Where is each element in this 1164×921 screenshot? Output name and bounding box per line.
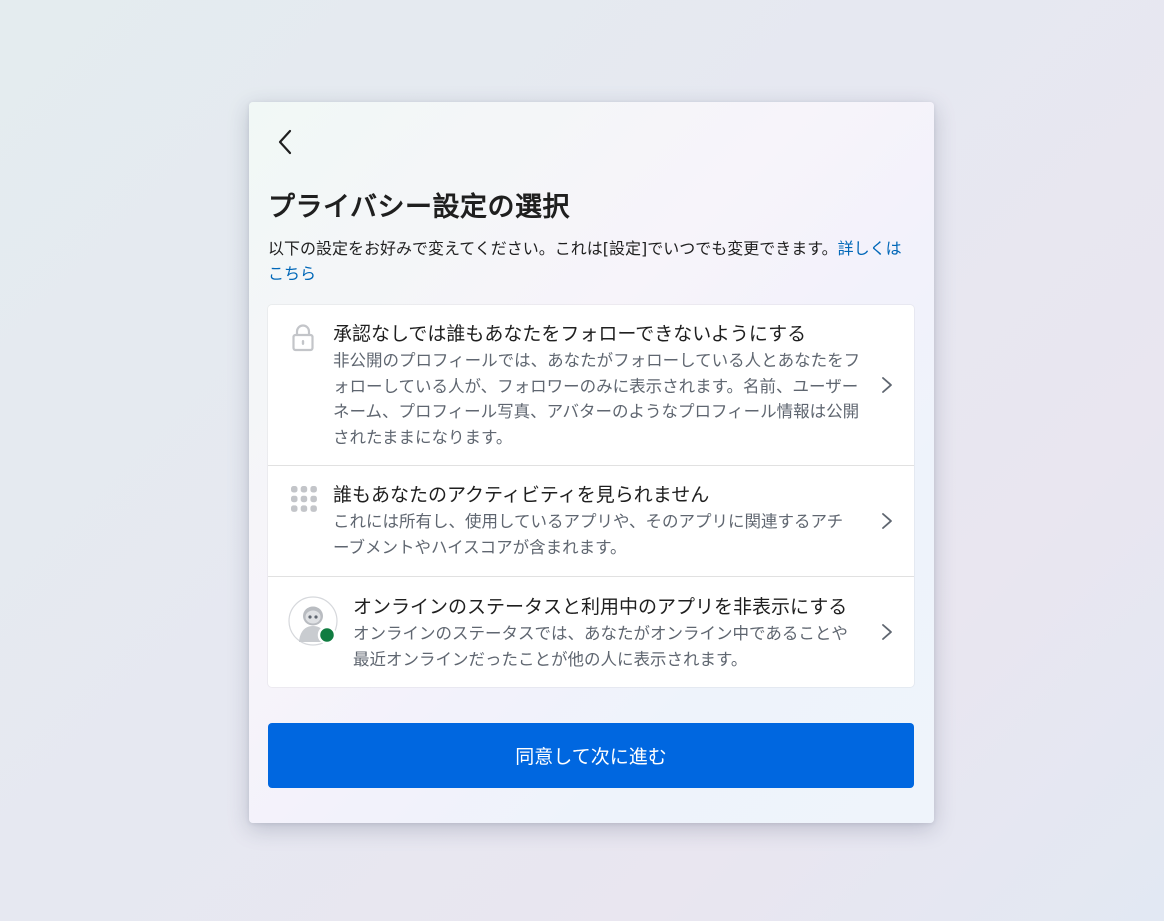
setting-description: オンラインのステータスでは、あなたがオンライン中であることや最近オンラインだった… xyxy=(353,624,848,669)
setting-title: オンラインのステータスと利用中のアプリを非表示にする xyxy=(353,596,848,618)
lock-icon xyxy=(290,323,316,357)
setting-activity-visibility[interactable]: 誰もあなたのアクティビティを見られません これには所有し、使用しているアプリや、… xyxy=(268,466,914,577)
privacy-settings-dialog: プライバシー設定の選択 以下の設定をお好みで変えてください。これは[設定]でいつ… xyxy=(249,102,934,823)
chevron-left-icon xyxy=(278,129,292,155)
setting-title: 承認なしでは誰もあなたをフォローできないようにする xyxy=(333,323,807,345)
setting-private-profile[interactable]: 承認なしでは誰もあなたをフォローできないようにする 非公開のプロフィールでは、あ… xyxy=(268,305,914,466)
dialog-description: 以下の設定をお好みで変えてください。これは[設定]でいつでも変更できます。詳しく… xyxy=(268,236,908,286)
apps-grid-icon xyxy=(290,485,318,517)
avatar xyxy=(288,596,340,652)
chevron-right-icon xyxy=(882,624,892,640)
agree-and-continue-button[interactable]: 同意して次に進む xyxy=(268,723,914,788)
page-title: プライバシー設定の選択 xyxy=(268,192,570,223)
back-button[interactable] xyxy=(269,126,301,158)
setting-description: 非公開のプロフィールでは、あなたがフォローしている人とあなたをフォローしている人… xyxy=(333,351,861,447)
description-text: 以下の設定をお好みで変えてください。これは[設定]でいつでも変更できます。 xyxy=(268,239,838,258)
setting-description: これには所有し、使用しているアプリや、そのアプリに関連するアチーブメントやハイス… xyxy=(333,512,844,557)
avatar-online-icon xyxy=(288,596,338,646)
chevron-right-icon xyxy=(882,377,892,393)
setting-title: 誰もあなたのアクティビティを見られません xyxy=(333,484,710,506)
setting-online-status[interactable]: オンラインのステータスと利用中のアプリを非表示にする オンラインのステータスでは… xyxy=(268,577,914,687)
chevron-right-icon xyxy=(882,513,892,529)
settings-list: 承認なしでは誰もあなたをフォローできないようにする 非公開のプロフィールでは、あ… xyxy=(268,305,914,687)
